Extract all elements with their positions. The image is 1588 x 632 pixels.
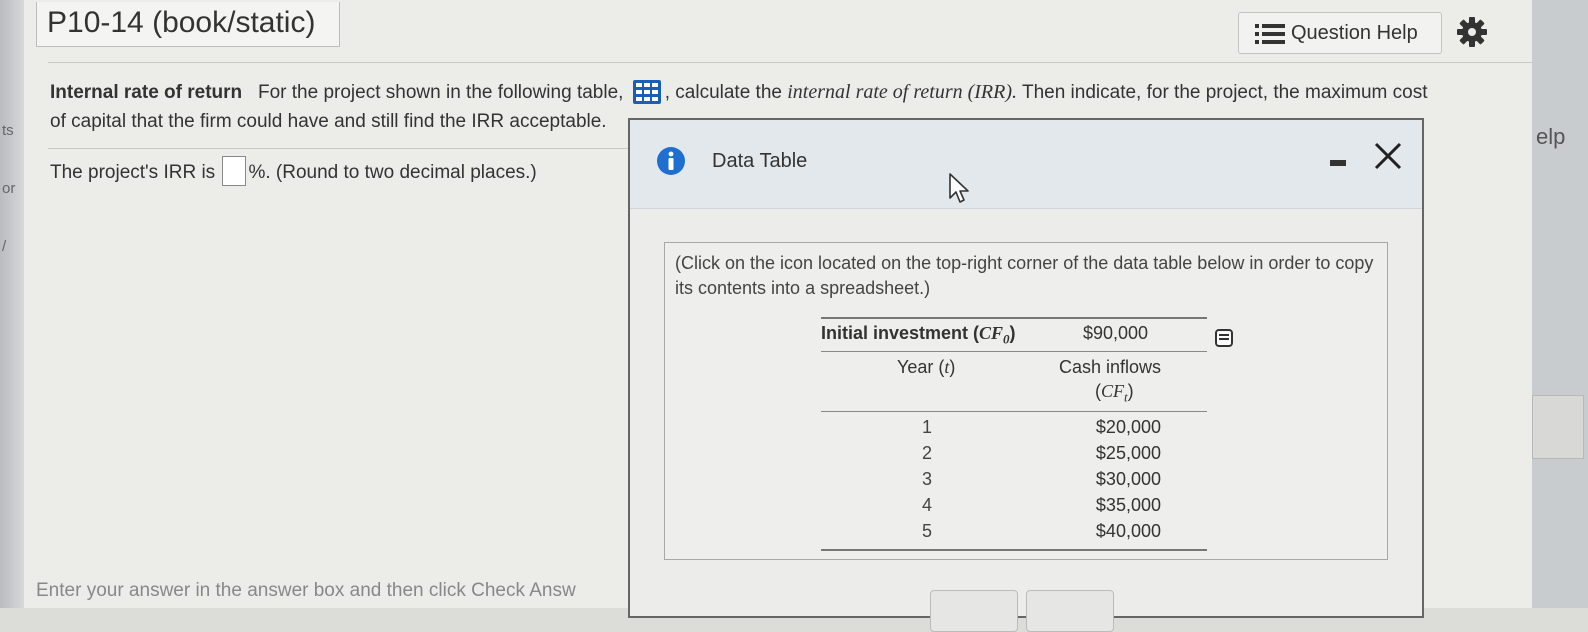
- answer-prefix: The project's IRR is: [50, 162, 216, 183]
- question-page: P10-14 (book/static) Question Help Inter…: [24, 0, 1532, 632]
- question-text-part: Then indicate, for the project, the maxi…: [1021, 82, 1428, 103]
- year-header: Year (t): [897, 357, 956, 377]
- year-cell: 1: [921, 417, 932, 437]
- left-fragment: or: [2, 180, 16, 197]
- question-text-part: , calculate the: [664, 82, 782, 103]
- dialog-title: Data Table: [712, 150, 808, 172]
- left-fragment: /: [2, 238, 7, 255]
- list-icon: [1255, 24, 1285, 44]
- irr-answer-input[interactable]: [222, 156, 247, 186]
- title-box: P10-14 (book/static): [36, 2, 340, 47]
- cash-inflows-header: Cash inflows: [1059, 357, 1162, 377]
- question-topic: Internal rate of return: [50, 82, 243, 103]
- year-cell: 2: [921, 443, 932, 463]
- data-table-dialog: Data Table (Click on the icon located on…: [628, 118, 1424, 632]
- page-title: P10-14 (book/static): [47, 6, 316, 39]
- question-help-label: Question Help: [1291, 22, 1418, 44]
- left-window-strip: ts or /: [0, 0, 24, 608]
- year-cell: 5: [921, 521, 932, 541]
- question-help-button[interactable]: Question Help: [1238, 12, 1442, 54]
- footer-instruction: Enter your answer in the answer box and …: [36, 580, 576, 601]
- header-divider: [48, 62, 1532, 63]
- right-window-strip: elp: [1532, 0, 1588, 608]
- question-text-part: For the project shown in the following t…: [258, 82, 624, 103]
- cash-cell: $35,000: [1095, 495, 1161, 515]
- print-button[interactable]: [930, 590, 1018, 632]
- cash-cell: $30,000: [1095, 469, 1161, 489]
- left-fragment: ts: [2, 122, 14, 139]
- table-rule: [821, 549, 1207, 551]
- year-cell: 4: [921, 495, 932, 515]
- table-rule: [821, 351, 1207, 352]
- info-icon: [657, 147, 685, 175]
- right-panel-box: [1532, 395, 1584, 459]
- cash-cell: $40,000: [1095, 521, 1161, 541]
- answer-line: The project's IRR is %. (Round to two de…: [50, 156, 537, 186]
- copy-instructions: (Click on the icon located on the top-ri…: [675, 253, 1374, 298]
- year-cell: 3: [921, 469, 932, 489]
- copy-to-spreadsheet-icon[interactable]: [1215, 329, 1233, 347]
- table-rule: [821, 411, 1207, 412]
- answer-suffix: %. (Round to two decimal places.): [248, 162, 537, 183]
- gear-icon[interactable]: [1456, 16, 1488, 48]
- initial-investment-label: Initial investment (CF0): [821, 323, 1016, 347]
- irr-term: internal rate of return (IRR).: [787, 81, 1018, 103]
- mouse-cursor-icon: [949, 173, 969, 203]
- data-table-icon[interactable]: [632, 80, 661, 104]
- cash-inflows-var: (CFt): [1095, 381, 1134, 405]
- cash-cell: $25,000: [1095, 443, 1161, 463]
- table-rule: [821, 317, 1207, 319]
- close-icon[interactable]: [1370, 138, 1406, 174]
- dialog-header: Data Table: [630, 120, 1422, 209]
- question-divider: [48, 148, 628, 149]
- data-table-panel: (Click on the icon located on the top-ri…: [664, 242, 1388, 560]
- done-button[interactable]: [1026, 590, 1114, 632]
- cash-cell: $20,000: [1095, 417, 1161, 437]
- right-fragment: elp: [1536, 124, 1566, 149]
- minimize-button[interactable]: [1330, 160, 1346, 166]
- question-text-part: of capital that the firm could have and …: [50, 111, 607, 132]
- initial-investment-value: $90,000: [1083, 323, 1149, 343]
